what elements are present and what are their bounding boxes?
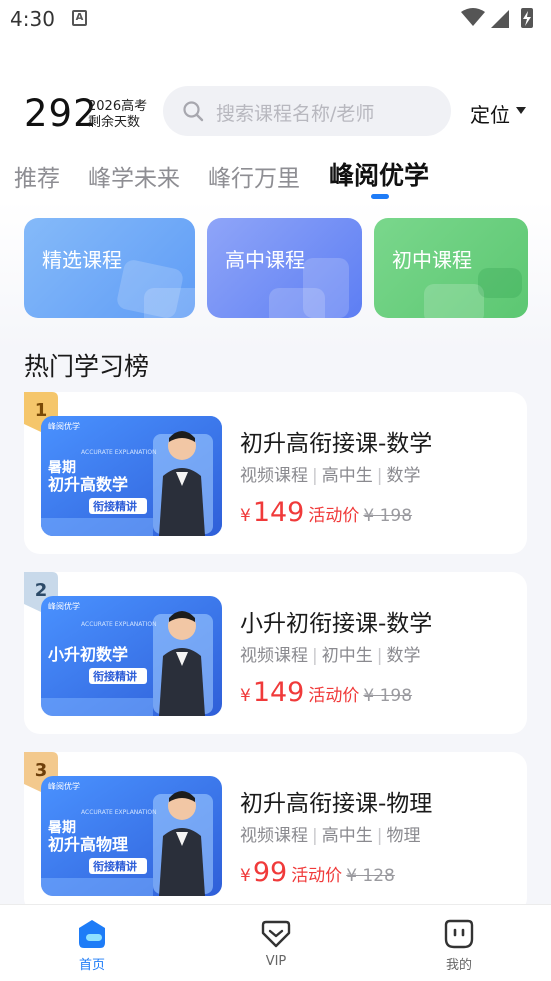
category-featured-courses[interactable]: 精选课程: [24, 218, 195, 318]
thumb-ribbon: ACCURATE EXPLANATION: [81, 809, 157, 816]
thumb-ribbon: ACCURATE EXPLANATION: [81, 621, 157, 628]
thumb-line1: 暑期: [48, 820, 76, 836]
price-currency: ¥: [240, 686, 251, 706]
countdown-days: 292: [24, 92, 98, 135]
thumb-ribbon: ACCURATE EXPLANATION: [81, 449, 157, 456]
thumb-brand: 峰阅优学: [48, 781, 80, 791]
nav-label: 首页: [78, 958, 105, 973]
thumb-line3: 衔接精讲: [93, 499, 137, 513]
price-label: 活动价: [308, 506, 360, 526]
course-tags: 视频课程 | 高中生 | 物理: [240, 826, 421, 846]
thumb-line3: 衔接精讲: [93, 669, 137, 683]
nav-label: 我的: [445, 958, 472, 973]
course-tag: 高中生: [321, 826, 373, 846]
tab-recommend[interactable]: 推荐: [14, 159, 60, 193]
price-row: ¥149 活动价 ¥ 198: [240, 497, 412, 531]
course-tags: 视频课程 | 高中生 | 数学: [240, 466, 421, 486]
tab-fengxing-wanli[interactable]: 峰行万里: [208, 159, 300, 193]
course-title: 小升初衔接课-数学: [240, 611, 433, 637]
course-tag: 初中生: [321, 646, 373, 666]
thumb-brand: 峰阅优学: [48, 601, 80, 611]
home-icon: [79, 920, 105, 948]
course-title: 初升高衔接课-物理: [240, 791, 433, 817]
course-tag: 视频课程: [240, 646, 308, 666]
thumb-line2: 初升高数学: [48, 475, 128, 494]
original-price: ¥ 198: [363, 506, 413, 526]
nav-vip[interactable]: VIP: [236, 917, 316, 977]
card-decoration: [144, 288, 195, 318]
card-decoration: [424, 284, 484, 318]
price-currency: ¥: [240, 506, 251, 526]
price-label: 活动价: [308, 686, 360, 706]
thumb-line3: 衔接精讲: [93, 859, 137, 873]
course-tag: 视频课程: [240, 826, 308, 846]
exam-countdown: 292 2026高考 剩余天数: [24, 92, 154, 136]
price-value: 149: [252, 677, 305, 708]
section-title: 热门学习榜: [24, 352, 150, 381]
course-thumbnail: 峰阅优学 小升初数学 衔接精讲 ACCURATE EXPLANATION: [41, 596, 222, 716]
status-bar: 4:30 A: [0, 0, 551, 40]
price-label: 活动价: [291, 866, 343, 886]
category-high-school-courses[interactable]: 高中课程: [207, 218, 362, 318]
course-card[interactable]: 1 峰阅优学 暑期 初升高数学 衔接精讲 ACCURATE EXPLANATIO…: [24, 392, 527, 554]
thumb-line2: 小升初数学: [48, 645, 128, 664]
search-input[interactable]: 搜索课程名称/老师: [163, 86, 451, 136]
thumb-line2: 初升高物理: [48, 835, 128, 854]
course-title: 初升高衔接课-数学: [240, 431, 433, 457]
original-price: ¥ 128: [346, 866, 395, 886]
nav-label: VIP: [265, 954, 287, 969]
search-placeholder: 搜索课程名称/老师: [216, 103, 375, 125]
thumb-line1: 暑期: [48, 460, 76, 476]
notification-icon: A: [72, 10, 87, 26]
course-tag: 高中生: [321, 466, 373, 486]
vip-icon: [261, 920, 291, 948]
thumb-brand: 峰阅优学: [48, 421, 80, 431]
category-label: 初中课程: [392, 248, 472, 272]
location-selector[interactable]: 定位: [470, 99, 526, 127]
price-value: 99: [252, 857, 288, 888]
card-decoration: [303, 258, 349, 318]
caret-down-icon: [516, 107, 526, 114]
price-currency: ¥: [240, 866, 251, 886]
course-tag: 物理: [386, 826, 421, 846]
location-label: 定位: [470, 103, 510, 127]
tab-fengxue-weilai[interactable]: 峰学未来: [88, 159, 180, 193]
course-thumbnail: 峰阅优学 暑期 初升高物理 衔接精讲 ACCURATE EXPLANATION: [41, 776, 222, 896]
course-tag: 数学: [386, 646, 421, 666]
category-label: 高中课程: [225, 248, 305, 272]
course-tag: 数学: [386, 466, 421, 486]
price-row: ¥99 活动价 ¥ 128: [240, 857, 395, 891]
course-card[interactable]: 2 峰阅优学 小升初数学 衔接精讲 ACCURATE EXPLANATION 小…: [24, 572, 527, 734]
course-thumbnail: 峰阅优学 暑期 初升高数学 衔接精讲 ACCURATE EXPLANATION: [41, 416, 222, 536]
nav-home[interactable]: 首页: [52, 917, 132, 977]
course-card[interactable]: 3 峰阅优学 暑期 初升高物理 衔接精讲 ACCURATE EXPLANATIO…: [24, 752, 527, 914]
original-price: ¥ 198: [363, 686, 413, 706]
card-decoration: [478, 268, 522, 298]
status-time: 4:30: [10, 7, 55, 31]
course-tag: 视频课程: [240, 466, 308, 486]
nav-profile[interactable]: 我的: [419, 917, 499, 977]
signal-battery-icons: [461, 8, 533, 28]
active-tab-indicator: [371, 194, 389, 199]
bottom-navigation: 首页 VIP 我的: [0, 904, 551, 981]
price-row: ¥149 活动价 ¥ 198: [240, 677, 412, 711]
countdown-caption-days: 剩余天数: [88, 115, 141, 130]
search-icon: [183, 101, 204, 122]
price-value: 149: [252, 497, 305, 528]
course-tags: 视频课程 | 初中生 | 数学: [240, 646, 421, 666]
category-label: 精选课程: [42, 248, 122, 272]
category-middle-school-courses[interactable]: 初中课程: [374, 218, 528, 318]
profile-icon: [444, 919, 474, 949]
tab-fengyue-youxue[interactable]: 峰阅优学: [329, 156, 429, 192]
